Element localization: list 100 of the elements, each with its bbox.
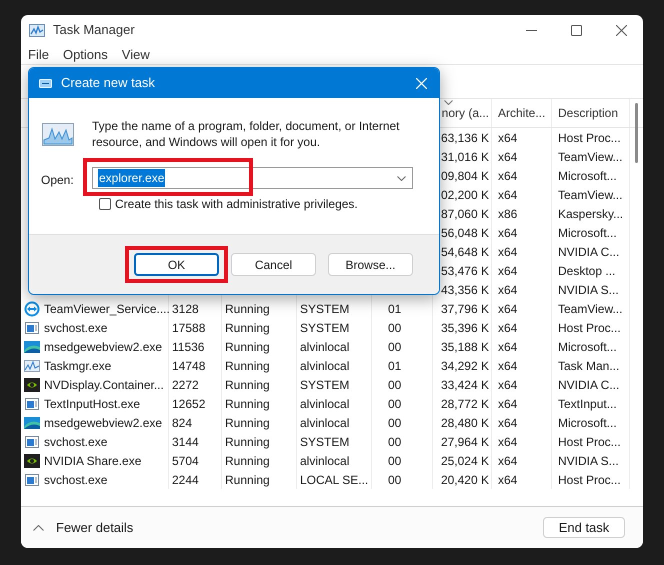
user-name: alvinlocal [300, 452, 350, 470]
process-name: msedgewebview2.exe [44, 414, 162, 432]
status: Running [225, 338, 270, 356]
description: Microsoft... [558, 414, 617, 432]
column-header[interactable]: nory (a... [442, 104, 489, 122]
architecture: x64 [498, 168, 518, 184]
fewer-details-link[interactable]: Fewer details [56, 518, 134, 538]
memory: 63,136 K [440, 130, 489, 146]
description: Host Proc... [558, 434, 621, 450]
task-manager-icon [42, 123, 74, 146]
pid: 17588 [172, 320, 206, 336]
memory: 43,356 K [440, 282, 489, 298]
process-name: svchost.exe [44, 320, 108, 336]
open-combo-box[interactable]: explorer.exe [92, 167, 413, 189]
memory: 56,048 K [440, 224, 489, 242]
dialog-title: Create new task [61, 74, 155, 92]
window-title: Task Manager [53, 21, 135, 40]
architecture: x64 [498, 244, 518, 260]
pid: 14748 [172, 358, 206, 374]
description: Microsoft... [558, 338, 617, 356]
description: TeamView... [558, 148, 622, 166]
end-task-button[interactable]: End task [543, 517, 625, 538]
architecture: x64 [498, 300, 518, 318]
description: TeamView... [558, 186, 622, 204]
architecture: x64 [498, 338, 518, 356]
memory: 09,804 K [440, 168, 489, 184]
architecture: x64 [498, 320, 518, 336]
pid: 12652 [172, 396, 206, 412]
field-value: explorer.exe [98, 169, 166, 187]
app-icon [29, 24, 45, 36]
architecture: x64 [498, 148, 518, 166]
description: NVIDIA S... [558, 282, 619, 298]
sort-icon [444, 100, 453, 105]
process-name: NVDisplay.Container... [44, 376, 164, 394]
wave-icon [24, 415, 40, 431]
dialog-button[interactable]: OK [134, 253, 219, 276]
cpu: 01 [388, 358, 402, 374]
description: Desktop ... [558, 262, 616, 280]
memory: 54,648 K [440, 244, 489, 260]
dropdown-icon[interactable] [397, 176, 406, 180]
dialog-button[interactable]: Browse... [328, 253, 413, 276]
architecture: x64 [498, 396, 518, 412]
chevron-up-icon[interactable] [33, 524, 44, 530]
wave-icon [24, 339, 40, 355]
architecture: x64 [498, 434, 518, 450]
cpu: 00 [388, 434, 402, 450]
eye-logo-icon [24, 453, 40, 469]
column-header[interactable]: Description [558, 104, 618, 122]
close-icon[interactable] [616, 24, 627, 36]
menu-item[interactable]: Options [62, 44, 108, 64]
architecture: x64 [498, 452, 518, 470]
pid: 5704 [172, 452, 199, 470]
admin-checkbox[interactable] [99, 198, 111, 210]
eye-logo-icon [24, 377, 40, 393]
memory: 34,292 K [440, 358, 489, 374]
user-name: alvinlocal [300, 358, 350, 374]
open-label: Open: [41, 172, 74, 189]
status: Running [225, 414, 270, 432]
process-name: msedgewebview2.exe [44, 338, 162, 356]
menu-item[interactable]: File [28, 44, 49, 64]
memory: 27,964 K [440, 434, 489, 450]
maximize-icon[interactable] [571, 24, 582, 36]
description: NVIDIA C... [558, 376, 620, 394]
architecture: x64 [498, 414, 518, 432]
column-header[interactable]: Archite... [498, 104, 546, 122]
status: Running [225, 376, 270, 394]
description: Microsoft... [558, 224, 617, 242]
window-icon [24, 320, 40, 336]
menu-item[interactable]: View [122, 44, 150, 64]
status: Running [225, 300, 270, 318]
description: Task Man... [558, 358, 620, 374]
window-icon [24, 434, 40, 450]
memory: 31,016 K [440, 148, 489, 166]
status: Running [225, 472, 270, 488]
dialog-button[interactable]: Cancel [231, 253, 316, 276]
window-icon [24, 396, 40, 412]
description: Host Proc... [558, 130, 621, 146]
user-name: alvinlocal [300, 414, 350, 432]
cpu: 01 [388, 300, 402, 318]
pid: 3144 [172, 434, 199, 450]
architecture: x64 [498, 262, 518, 280]
memory: 37,796 K [440, 300, 489, 318]
memory: 53,476 K [440, 262, 489, 280]
circle-arrow-icon [24, 301, 40, 317]
cpu: 00 [388, 396, 402, 412]
architecture: x64 [498, 186, 518, 204]
architecture: x86 [498, 206, 518, 222]
run-icon [39, 78, 52, 88]
description: Kaspersky... [558, 206, 624, 222]
admin-checkbox-label: Create this task with administrative privileges. [115, 196, 358, 213]
architecture: x64 [498, 130, 518, 146]
description: Host Proc... [558, 472, 621, 488]
cpu: 00 [388, 452, 402, 470]
status: Running [225, 452, 270, 470]
description: NVIDIA S... [558, 452, 619, 470]
process-name: TextInputHost.exe [44, 396, 140, 412]
status: Running [225, 358, 270, 374]
memory: 35,396 K [440, 320, 489, 336]
task-manager-icon [24, 358, 40, 374]
window-icon [24, 472, 40, 488]
